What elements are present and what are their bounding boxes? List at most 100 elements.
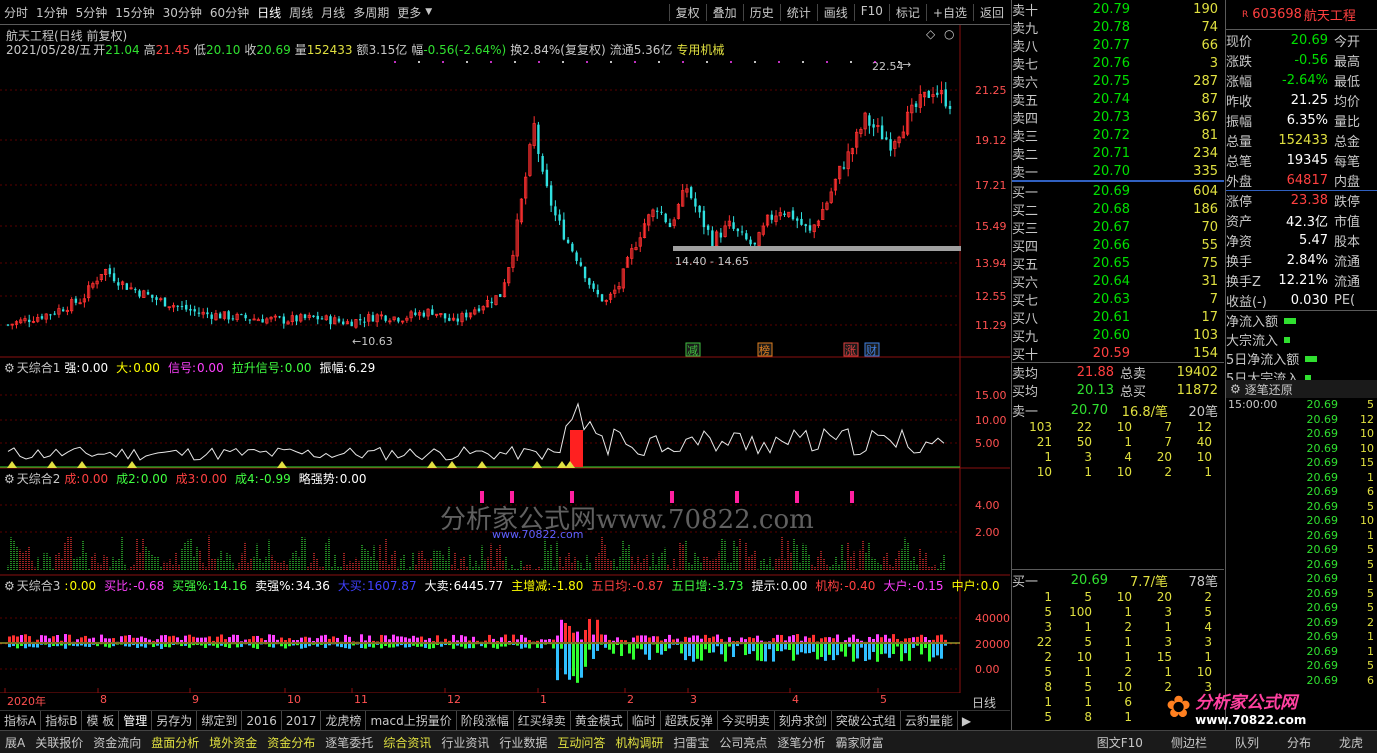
period-tab-5[interactable]: 60分钟 bbox=[206, 4, 253, 21]
status-link-10[interactable]: 互动问答 bbox=[552, 734, 610, 751]
indicator-tab-1[interactable]: 指标B bbox=[41, 710, 83, 731]
status-right-4[interactable]: 龙虎 bbox=[1325, 734, 1377, 751]
gear-icon[interactable]: ⚙ bbox=[1230, 382, 1241, 396]
toolbar-button-8[interactable]: 返回 bbox=[972, 3, 1010, 21]
status-link-14[interactable]: 逐笔分析 bbox=[772, 734, 830, 751]
bid-row[interactable]: 买十 20.59 154 bbox=[1012, 344, 1224, 363]
status-link-5[interactable]: 资金分布 bbox=[262, 734, 320, 751]
status-right-0[interactable]: 图文F10 bbox=[1083, 734, 1157, 751]
bid-row[interactable]: 买七 20.63 7 bbox=[1012, 290, 1224, 309]
status-link-7[interactable]: 综合资讯 bbox=[378, 734, 436, 751]
status-link-9[interactable]: 行业数据 bbox=[494, 734, 552, 751]
toolbar-button-4[interactable]: 画线 bbox=[816, 3, 854, 21]
bid-row[interactable]: 买二 20.68 186 bbox=[1012, 200, 1224, 219]
indicator-tab-8[interactable]: 龙虎榜 bbox=[321, 710, 367, 731]
toolbar-button-3[interactable]: 统计 bbox=[779, 3, 817, 21]
chart-area[interactable]: 21.25 19.12 17.21 15.49 13.94 12.55 11.29 14.40… bbox=[0, 25, 1010, 725]
bid-row[interactable]: 买一 20.69 604 bbox=[1012, 182, 1224, 201]
indicator-tab-5[interactable]: 绑定到 bbox=[197, 710, 243, 731]
toolbar-button-5[interactable]: F10 bbox=[853, 3, 889, 21]
ask-row[interactable]: 卖九 20.78 74 bbox=[1012, 18, 1224, 37]
status-right-3[interactable]: 分布 bbox=[1273, 734, 1325, 751]
indicator-tab-16[interactable]: 刻舟求剑 bbox=[775, 710, 832, 731]
indicator-tab-11[interactable]: 红买绿卖 bbox=[514, 710, 571, 731]
candle-body bbox=[218, 313, 222, 319]
ask-row[interactable]: 卖五 20.74 87 bbox=[1012, 90, 1224, 109]
ask-row[interactable]: 卖六 20.75 287 bbox=[1012, 72, 1224, 91]
ask-row[interactable]: 卖八 20.77 66 bbox=[1012, 36, 1224, 55]
bid-row[interactable]: 买三 20.67 70 bbox=[1012, 218, 1224, 237]
tick-row: 20.69 1 bbox=[1226, 645, 1377, 660]
period-tab-9[interactable]: 多周期 bbox=[349, 4, 393, 21]
toolbar-button-2[interactable]: 历史 bbox=[742, 3, 780, 21]
bid-row[interactable]: 买四 20.66 55 bbox=[1012, 236, 1224, 255]
indicator-tab-15[interactable]: 今买明卖 bbox=[718, 710, 775, 731]
close-icon[interactable]: ○ bbox=[944, 27, 954, 41]
signal-dot bbox=[802, 61, 804, 63]
indicator-tab-7[interactable]: 2017 bbox=[282, 710, 322, 731]
ask-row[interactable]: 卖二 20.71 234 bbox=[1012, 144, 1224, 163]
indicator-tab-18[interactable]: 云豹量能 bbox=[901, 710, 958, 731]
period-tab-6[interactable]: 日线 bbox=[253, 4, 285, 21]
toolbar-button-7[interactable]: +自选 bbox=[925, 3, 973, 21]
signal-dot bbox=[466, 61, 468, 63]
status-link-12[interactable]: 扫雷宝 bbox=[668, 734, 714, 751]
status-link-2[interactable]: 资金流向 bbox=[88, 734, 146, 751]
status-link-6[interactable]: 逐笔委托 bbox=[320, 734, 378, 751]
ask-row[interactable]: 卖七 20.76 3 bbox=[1012, 54, 1224, 73]
period-tab-8[interactable]: 月线 bbox=[317, 4, 349, 21]
indicator-tab-0[interactable]: 指标A bbox=[0, 710, 42, 731]
status-link-13[interactable]: 公司亮点 bbox=[714, 734, 772, 751]
indicator-tab-10[interactable]: 阶段涨幅 bbox=[457, 710, 514, 731]
indicator-tab-2[interactable]: 模 板 bbox=[82, 710, 120, 731]
indicator-tab-6[interactable]: 2016 bbox=[242, 710, 282, 731]
period-tab-0[interactable]: 分时 bbox=[0, 4, 32, 21]
toolbar-button-0[interactable]: 复权 bbox=[668, 3, 706, 21]
period-tab-10[interactable]: 更多 bbox=[393, 4, 425, 21]
indicator-tab-12[interactable]: 黄金模式 bbox=[571, 710, 628, 731]
gear-icon[interactable]: ⚙ bbox=[4, 361, 15, 375]
period-tab-3[interactable]: 15分钟 bbox=[111, 4, 158, 21]
bid-row[interactable]: 买五 20.65 75 bbox=[1012, 254, 1224, 273]
ask-row[interactable]: 卖三 20.72 81 bbox=[1012, 126, 1224, 145]
tick-header[interactable]: ⚙ 逐笔还原 bbox=[1226, 380, 1377, 398]
indicator-tab-4[interactable]: 另存为 bbox=[152, 710, 198, 731]
ask-row[interactable]: 卖一 20.70 335 bbox=[1012, 162, 1224, 181]
status-link-3[interactable]: 盘面分析 bbox=[146, 734, 204, 751]
status-right-1[interactable]: 侧边栏 bbox=[1157, 734, 1221, 751]
queue-cell: 3 bbox=[1204, 635, 1212, 649]
ask-row[interactable]: 卖十 20.79 190 bbox=[1012, 0, 1224, 19]
indicator-tab-17[interactable]: 突破公式组 bbox=[832, 710, 901, 731]
gear-icon[interactable]: ⚙ bbox=[4, 579, 15, 593]
status-right-2[interactable]: 队列 bbox=[1221, 734, 1273, 751]
ind1-marker bbox=[7, 461, 17, 468]
toolbar-button-6[interactable]: 标记 bbox=[888, 3, 926, 21]
chevron-down-icon[interactable]: ▼ bbox=[425, 7, 432, 17]
status-link-0[interactable]: 展A bbox=[0, 734, 30, 751]
period-tab-4[interactable]: 30分钟 bbox=[159, 4, 206, 21]
indicator-tab-9[interactable]: macd上拐量价 bbox=[366, 710, 457, 731]
gear-icon[interactable]: ⚙ bbox=[4, 472, 15, 486]
status-link-8[interactable]: 行业资讯 bbox=[436, 734, 494, 751]
period-tab-7[interactable]: 周线 bbox=[285, 4, 317, 21]
status-link-4[interactable]: 境外资金 bbox=[204, 734, 262, 751]
ind3-bar bbox=[592, 644, 595, 659]
indicator-tab-14[interactable]: 超跌反弹 bbox=[661, 710, 718, 731]
period-tab-1[interactable]: 1分钟 bbox=[32, 4, 72, 21]
bid-row[interactable]: 买六 20.64 31 bbox=[1012, 272, 1224, 291]
toolbar-button-1[interactable]: 叠加 bbox=[705, 3, 743, 21]
status-link-15[interactable]: 霸家财富 bbox=[830, 734, 888, 751]
ind3-bar bbox=[140, 644, 143, 647]
bid-row[interactable]: 买九 20.60 103 bbox=[1012, 326, 1224, 345]
period-tab-2[interactable]: 5分钟 bbox=[72, 4, 112, 21]
bid-row[interactable]: 买八 20.61 17 bbox=[1012, 308, 1224, 327]
diamond-icon[interactable]: ◇ bbox=[926, 27, 935, 41]
ind3-bar bbox=[140, 636, 143, 642]
ask-row[interactable]: 卖四 20.73 367 bbox=[1012, 108, 1224, 127]
ind3-bar bbox=[700, 644, 703, 661]
status-link-11[interactable]: 机构调研 bbox=[610, 734, 668, 751]
chevron-right-icon[interactable]: ▶ bbox=[958, 714, 975, 728]
status-link-1[interactable]: 关联报价 bbox=[30, 734, 88, 751]
indicator-tab-3[interactable]: 管理 bbox=[119, 710, 153, 731]
indicator-tab-13[interactable]: 临时 bbox=[628, 710, 661, 731]
